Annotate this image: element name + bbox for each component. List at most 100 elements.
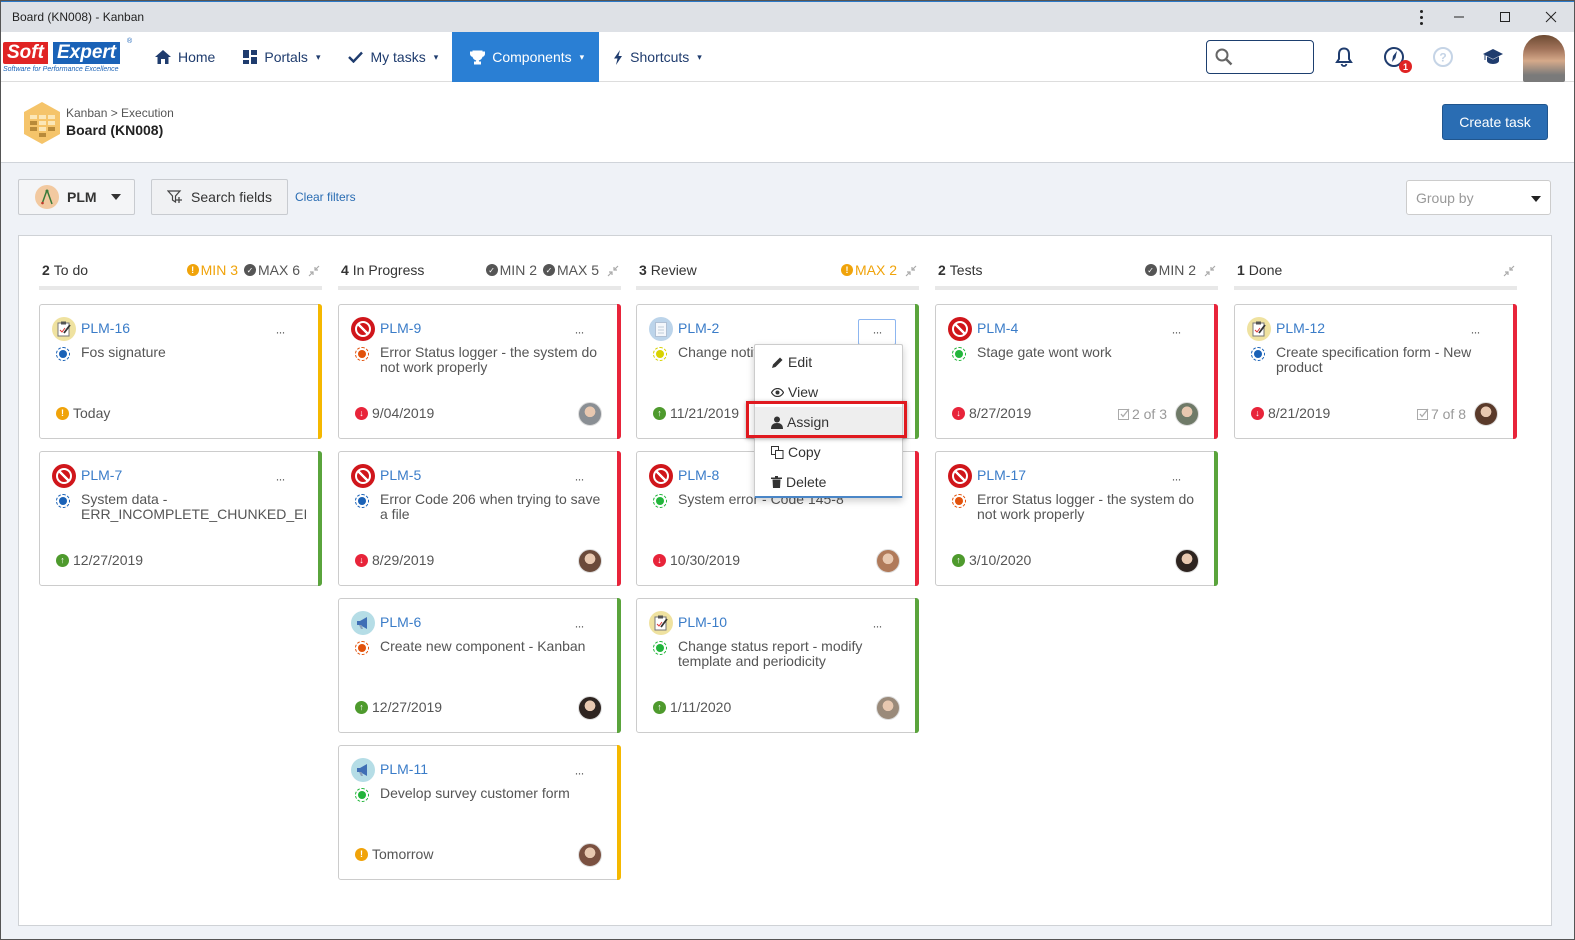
workflow-tasks-button[interactable]: 1 — [1381, 44, 1412, 73]
svg-text:?: ? — [1439, 51, 1446, 65]
task-card[interactable]: PLM-4 ··· Stage gate wont work ↓ 8/27/20… — [935, 304, 1218, 439]
card-options-button[interactable]: ··· — [261, 319, 299, 345]
nav-shortcuts-label: Shortcuts — [630, 49, 690, 65]
pencil-icon — [772, 357, 783, 368]
task-card[interactable]: PLM-5 ··· Error Code 206 when trying to … — [338, 451, 621, 586]
card-options-button[interactable]: ··· — [1157, 466, 1195, 492]
task-card[interactable]: PLM-11 ··· Develop survey customer form … — [338, 745, 621, 880]
search-fields-button[interactable]: Search fields — [151, 179, 288, 215]
wip-limit-label: MAX 6 — [257, 262, 300, 278]
assignee-avatar[interactable] — [1175, 402, 1199, 426]
task-id-link[interactable]: PLM-17 — [977, 467, 1026, 483]
column-divider — [1234, 286, 1517, 290]
task-card[interactable]: PLM-16 ··· Fos signature ! Today — [39, 304, 322, 439]
user-avatar[interactable] — [1523, 35, 1565, 82]
card-options-button[interactable]: ··· — [560, 319, 598, 345]
card-options-button[interactable]: ··· — [261, 466, 299, 492]
task-id-link[interactable]: PLM-2 — [678, 320, 719, 336]
assignee-avatar[interactable] — [1474, 402, 1498, 426]
task-id-link[interactable]: PLM-7 — [81, 467, 122, 483]
task-title: Error Status logger - the system do not … — [977, 492, 1195, 522]
task-title: Create new component - Kanban — [380, 639, 586, 654]
task-id-link[interactable]: PLM-6 — [380, 614, 421, 630]
task-id-link[interactable]: PLM-16 — [81, 320, 130, 336]
assignee-avatar[interactable] — [876, 549, 900, 573]
help-button[interactable]: ? — [1430, 44, 1456, 70]
warning-icon: ! — [840, 264, 853, 276]
learning-button[interactable] — [1480, 44, 1506, 70]
softexpert-logo[interactable]: Soft Expert ® Software for Performance E… — [3, 38, 133, 76]
due-date-text: 3/10/2020 — [969, 552, 1032, 568]
task-id-link[interactable]: PLM-11 — [380, 761, 428, 777]
task-id-link[interactable]: PLM-9 — [380, 320, 421, 336]
menu-item-edit[interactable]: Edit — [755, 347, 902, 377]
create-task-button[interactable]: Create task — [1442, 104, 1548, 140]
global-search-input[interactable] — [1206, 40, 1314, 74]
task-id-link[interactable]: PLM-8 — [678, 467, 719, 483]
task-id-link[interactable]: PLM-5 — [380, 467, 421, 483]
menu-item-label: Copy — [788, 444, 821, 460]
card-options-button[interactable]: ··· — [1456, 319, 1494, 345]
card-options-button[interactable]: ··· — [560, 466, 598, 492]
group-by-select[interactable]: Group by — [1406, 180, 1551, 215]
search-fields-label: Search fields — [191, 189, 272, 205]
collapse-icon[interactable] — [1503, 265, 1515, 280]
task-card[interactable]: PLM-12 ··· Create specification form - N… — [1234, 304, 1517, 439]
caret-down-icon — [1531, 196, 1541, 202]
task-title: Error Status logger - the system do not … — [380, 345, 598, 375]
menu-item-copy[interactable]: Copy — [755, 437, 902, 467]
minimize-button[interactable] — [1436, 2, 1482, 32]
card-options-button[interactable]: ··· — [858, 319, 896, 345]
task-title: Fos signature — [81, 345, 166, 360]
breadcrumb[interactable]: Kanban > Execution — [66, 106, 174, 120]
column-limits: ✓ MIN 2 — [1144, 262, 1196, 278]
card-options-button[interactable]: ··· — [560, 613, 598, 639]
card-options-button[interactable]: ··· — [1157, 319, 1195, 345]
task-id-link[interactable]: PLM-4 — [977, 320, 1018, 336]
maximize-button[interactable] — [1482, 2, 1528, 32]
task-card[interactable]: PLM-10 ··· Change status report - modify… — [636, 598, 919, 733]
assignee-avatar[interactable] — [1175, 549, 1199, 573]
task-id-link[interactable]: PLM-12 — [1276, 320, 1325, 336]
nav-shortcuts[interactable]: Shortcuts ▾ — [599, 32, 716, 82]
notifications-button[interactable] — [1331, 44, 1357, 70]
task-card[interactable]: PLM-6 ··· Create new component - Kanban … — [338, 598, 621, 733]
task-card[interactable]: PLM-17 ··· Error Status logger - the sys… — [935, 451, 1218, 586]
logo-tagline: Software for Performance Excellence — [3, 66, 119, 73]
collapse-icon[interactable] — [308, 265, 320, 280]
collapse-icon[interactable] — [607, 265, 619, 280]
assignee-avatar[interactable] — [578, 549, 602, 573]
task-card[interactable]: PLM-7 ··· System data - ERR_INCOMPLETE_C… — [39, 451, 322, 586]
nav-my-tasks[interactable]: My tasks ▾ — [334, 32, 452, 82]
task-title: System data - ERR_INCOMPLETE_CHUNKED_EI — [81, 492, 306, 522]
main-nav: Home Portals ▾ My tasks ▾ Components ▾ S… — [141, 32, 716, 82]
priority-stripe — [318, 304, 322, 439]
card-options-button[interactable]: ··· — [560, 760, 598, 786]
nav-home[interactable]: Home — [141, 32, 229, 82]
project-selector[interactable]: PLM — [18, 179, 135, 215]
nav-portals[interactable]: Portals ▾ — [229, 32, 334, 82]
assign-highlight-annotation — [746, 401, 907, 438]
nav-components[interactable]: Components ▾ — [452, 32, 600, 82]
card-options-button[interactable]: ··· — [858, 613, 896, 639]
menu-item-delete[interactable]: Delete — [755, 467, 902, 497]
collapse-icon[interactable] — [1204, 265, 1216, 280]
assignee-avatar[interactable] — [578, 402, 602, 426]
blocked-type-icon — [948, 317, 972, 341]
due-date: ↓ 8/29/2019 — [355, 552, 434, 568]
assignee-avatar[interactable] — [578, 843, 602, 867]
task-title: Stage gate wont work — [977, 345, 1112, 360]
assignee-avatar[interactable] — [876, 696, 900, 720]
task-id-link[interactable]: PLM-10 — [678, 614, 727, 630]
task-card[interactable]: PLM-9 ··· Error Status logger - the syst… — [338, 304, 621, 439]
clear-filters-link[interactable]: Clear filters — [295, 190, 356, 204]
project-avatar — [35, 185, 59, 209]
assignee-avatar[interactable] — [578, 696, 602, 720]
nav-components-label: Components — [492, 49, 572, 65]
window-title: Board (KN008) - Kanban — [12, 10, 145, 24]
arrow-down-icon: ↓ — [1251, 406, 1264, 420]
close-button[interactable] — [1528, 2, 1574, 32]
more-options-button[interactable] — [1406, 2, 1436, 32]
collapse-icon[interactable] — [905, 265, 917, 280]
due-date-text: 8/29/2019 — [372, 552, 435, 568]
